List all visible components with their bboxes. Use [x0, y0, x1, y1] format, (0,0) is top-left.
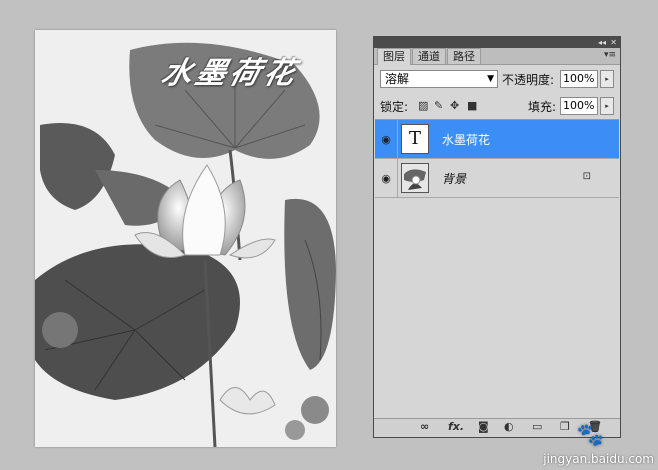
document-canvas[interactable]: 水墨荷花 — [35, 30, 336, 447]
blend-mode-dropdown[interactable]: 溶解 ▼ — [380, 70, 498, 88]
lock-fill-row: 锁定: ▨ ✎ ✥ ■ 填充: 100% ▸ — [378, 97, 616, 115]
tab-channels[interactable]: 通道 — [412, 48, 446, 64]
adjustment-icon[interactable]: ◐ — [504, 420, 514, 433]
fx-icon[interactable]: fx. — [448, 420, 464, 433]
artwork-title-text: 水墨荷花 — [157, 56, 303, 91]
dropdown-arrow-icon: ▼ — [487, 74, 494, 84]
mask-icon[interactable]: ◙ — [478, 420, 489, 433]
layers-panel: ◂◂ ✕ 图层 通道 路径 ▾≡ 溶解 ▼ 不透明度: 100% ▸ 锁定: ▨… — [373, 36, 621, 438]
ink-lotus-artwork — [35, 30, 336, 447]
watermark-text: jingyan.baidu.com — [543, 452, 654, 466]
layers-list: ◉ T 水墨荷花 ◉ 背景 ⊡ — [375, 119, 619, 420]
layer-row-text[interactable]: ◉ T 水墨荷花 — [375, 120, 619, 159]
eye-icon: ◉ — [381, 171, 391, 185]
background-layer-thumbnail — [401, 163, 429, 193]
blend-opacity-row: 溶解 ▼ 不透明度: 100% ▸ — [378, 70, 616, 88]
lock-icon: ⊡ — [582, 171, 591, 182]
new-layer-icon[interactable]: ❐ — [560, 420, 570, 433]
lock-move-icon[interactable]: ✥ — [450, 99, 459, 112]
panel-title-bar[interactable]: ◂◂ ✕ — [374, 37, 620, 48]
text-layer-thumbnail: T — [401, 124, 429, 154]
tab-paths[interactable]: 路径 — [447, 48, 481, 64]
collapse-icon[interactable]: ◂◂ — [598, 37, 606, 48]
visibility-toggle[interactable]: ◉ — [375, 159, 398, 197]
opacity-input[interactable]: 100% — [560, 70, 598, 88]
tab-layers[interactable]: 图层 — [377, 48, 411, 65]
lock-brush-icon[interactable]: ✎ — [434, 99, 443, 112]
visibility-toggle[interactable]: ◉ — [375, 120, 398, 158]
lock-all-icon[interactable]: ■ — [467, 99, 477, 112]
fill-slider-button[interactable]: ▸ — [600, 97, 614, 115]
layer-name[interactable]: 水墨荷花 — [442, 131, 490, 148]
blend-mode-value: 溶解 — [385, 72, 410, 86]
lock-transparency-icon[interactable]: ▨ — [418, 99, 428, 112]
panel-menu-icon[interactable]: ▾≡ — [604, 50, 616, 60]
eye-icon: ◉ — [381, 132, 391, 146]
layer-name[interactable]: 背景 — [442, 170, 466, 187]
opacity-slider-button[interactable]: ▸ — [600, 70, 614, 88]
fill-label: 填充: — [528, 100, 557, 114]
fill-input[interactable]: 100% — [560, 97, 598, 115]
layer-row-background[interactable]: ◉ 背景 ⊡ — [375, 159, 619, 198]
lock-label: 锁定: — [380, 100, 409, 114]
opacity-label: 不透明度: — [502, 73, 555, 87]
panel-tabs: 图层 通道 路径 ▾≡ — [374, 48, 620, 65]
close-icon[interactable]: ✕ — [610, 37, 617, 48]
link-icon[interactable]: ∞ — [420, 420, 429, 433]
baidu-paw-logo-icon: 🐾 — [576, 423, 604, 448]
group-folder-icon[interactable]: ▭ — [532, 420, 542, 433]
